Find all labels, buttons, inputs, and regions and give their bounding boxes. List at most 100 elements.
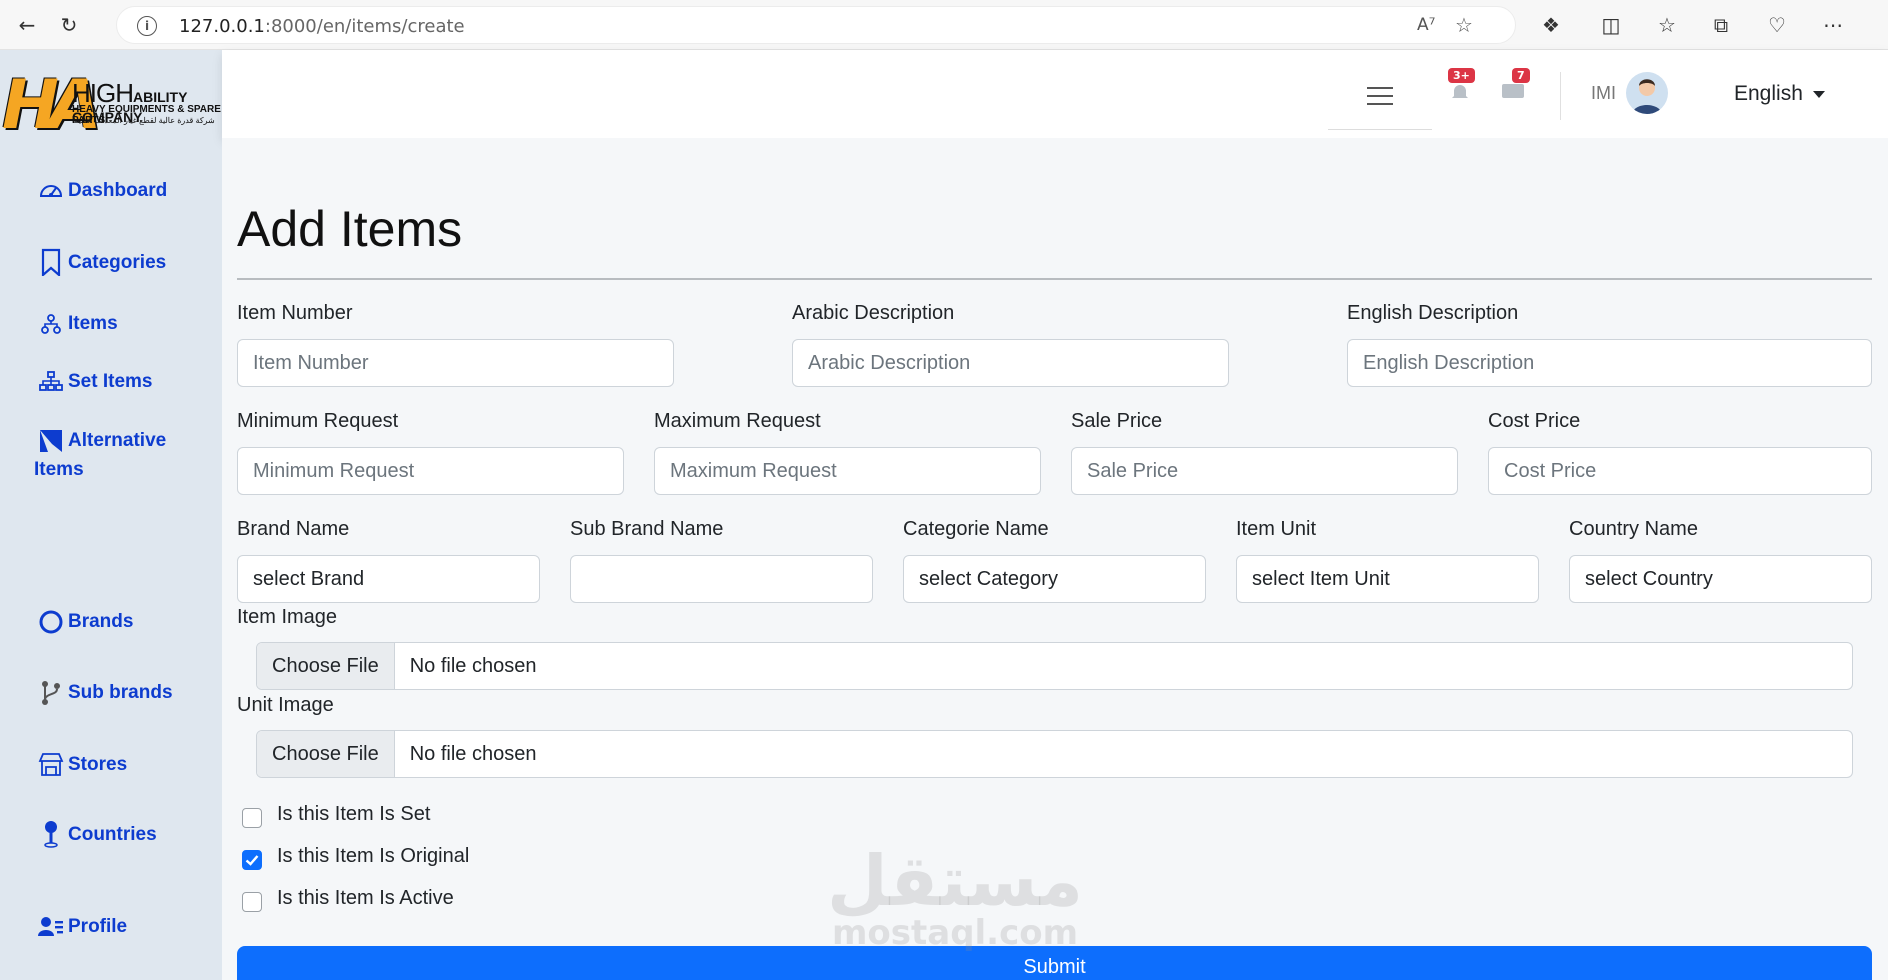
sidebar-item-label: Stores bbox=[68, 754, 128, 775]
arabic-description-label: Arabic Description bbox=[792, 302, 955, 324]
sub-brand-select[interactable] bbox=[570, 555, 873, 603]
hamburger-icon bbox=[1367, 86, 1393, 105]
sidebar-item-countries[interactable]: Countries bbox=[38, 820, 157, 849]
user-list-icon bbox=[38, 917, 63, 936]
company-logo[interactable]: HA HIGHABILITY COMPANY HEAVY EQUIPMENTS … bbox=[0, 60, 222, 152]
caret-down-icon bbox=[1812, 90, 1825, 98]
is-original-checkbox[interactable] bbox=[242, 850, 262, 870]
item-image-label: Item Image bbox=[237, 606, 338, 628]
reload-icon[interactable]: ↻ bbox=[56, 12, 82, 38]
sidebar-item-label: Brands bbox=[68, 611, 134, 632]
maximum-request-input[interactable] bbox=[654, 447, 1041, 495]
sidebar-item-set-items[interactable]: Set Items bbox=[38, 367, 152, 396]
sidebar-item-sub-brands[interactable]: Sub brands bbox=[38, 678, 173, 707]
hierarchy-icon bbox=[39, 371, 63, 391]
back-arrow-icon[interactable]: ← bbox=[14, 12, 40, 38]
brand-select[interactable]: select Brand bbox=[237, 555, 540, 603]
unit-image-file-input[interactable]: Choose File No file chosen bbox=[256, 730, 1853, 778]
address-bar[interactable]: i 127.0.0.1:8000/en/items/create A⁷ ☆ bbox=[116, 6, 1516, 44]
sale-price-label: Sale Price bbox=[1071, 410, 1163, 432]
cost-price-input[interactable] bbox=[1488, 447, 1872, 495]
browser-essentials-icon[interactable]: ♡ bbox=[1764, 12, 1790, 38]
favorites-icon[interactable]: ☆ bbox=[1654, 12, 1680, 38]
sidebar-item-alternative-items[interactable]: Alternative Items bbox=[34, 426, 208, 484]
submit-button[interactable]: Submit bbox=[237, 946, 1872, 980]
sidebar-item-items[interactable]: Items bbox=[38, 309, 118, 338]
menu-toggle-button[interactable] bbox=[1328, 62, 1432, 130]
read-aloud-icon[interactable]: A⁷ bbox=[1417, 15, 1435, 35]
country-name-label: Country Name bbox=[1569, 518, 1698, 540]
item-unit-select[interactable]: select Item Unit bbox=[1236, 555, 1539, 603]
diagram-icon bbox=[41, 314, 61, 334]
more-options-icon[interactable]: ⋯ bbox=[1820, 12, 1846, 38]
sidebar-item-brands[interactable]: Brands bbox=[38, 607, 133, 636]
messages-button[interactable]: 7 bbox=[1502, 68, 1530, 105]
item-image-choose-button[interactable]: Choose File bbox=[257, 643, 395, 689]
unit-image-label: Unit Image bbox=[237, 694, 334, 716]
item-image-file-input[interactable]: Choose File No file chosen bbox=[256, 642, 1853, 690]
branch-icon bbox=[42, 681, 60, 705]
notifications-badge: 3+ bbox=[1448, 68, 1475, 83]
logo-arabic: شركة قدرة عالية لقطع غيار المعدات الثقيل… bbox=[72, 116, 215, 125]
maximum-request-label: Maximum Request bbox=[654, 410, 821, 432]
is-set-checkbox-row[interactable]: Is this Item Is Set bbox=[242, 800, 430, 828]
split-screen-icon[interactable]: ◫ bbox=[1598, 12, 1624, 38]
is-set-label: Is this Item Is Set bbox=[277, 802, 431, 825]
site-info-icon[interactable]: i bbox=[137, 16, 157, 36]
pin-icon bbox=[44, 821, 58, 848]
minimum-request-label: Minimum Request bbox=[237, 410, 399, 432]
sidebar-item-label: Categories bbox=[68, 252, 167, 273]
title-divider bbox=[237, 278, 1872, 280]
sidebar-item-label: Profile bbox=[68, 916, 128, 937]
url-text[interactable]: 127.0.0.1:8000/en/items/create bbox=[179, 16, 465, 37]
is-active-label: Is this Item Is Active bbox=[277, 886, 454, 909]
is-active-checkbox[interactable] bbox=[242, 892, 262, 912]
page-title: Add Items bbox=[237, 201, 463, 257]
language-label: English bbox=[1734, 82, 1803, 105]
category-select[interactable]: select Category bbox=[903, 555, 1206, 603]
is-set-checkbox[interactable] bbox=[242, 808, 262, 828]
collections-icon[interactable]: ⧉ bbox=[1708, 12, 1734, 38]
language-dropdown[interactable]: English bbox=[1734, 82, 1825, 106]
messages-badge: 7 bbox=[1512, 68, 1530, 83]
main-content: Add Items Item Number Arabic Description… bbox=[222, 138, 1888, 980]
bell-icon bbox=[1452, 85, 1468, 98]
arabic-description-input[interactable] bbox=[792, 339, 1229, 387]
sidebar-item-stores[interactable]: Stores bbox=[38, 750, 127, 779]
item-number-label: Item Number bbox=[237, 302, 353, 324]
item-number-input[interactable] bbox=[237, 339, 674, 387]
browser-toolbar: ← ↻ i 127.0.0.1:8000/en/items/create A⁷ … bbox=[0, 0, 1888, 50]
favorite-star-icon[interactable]: ☆ bbox=[1455, 13, 1473, 37]
is-active-checkbox-row[interactable]: Is this Item Is Active bbox=[242, 884, 454, 912]
categorie-name-label: Categorie Name bbox=[903, 518, 1049, 540]
sidebar-item-categories[interactable]: Categories bbox=[38, 248, 166, 277]
minimum-request-input[interactable] bbox=[237, 447, 624, 495]
cost-price-label: Cost Price bbox=[1488, 410, 1581, 432]
unit-image-status: No file chosen bbox=[409, 742, 537, 765]
circle-icon bbox=[39, 610, 63, 634]
english-description-input[interactable] bbox=[1347, 339, 1872, 387]
unit-image-choose-button[interactable]: Choose File bbox=[257, 731, 395, 777]
store-icon bbox=[38, 753, 64, 776]
sidebar: HA HIGHABILITY COMPANY HEAVY EQUIPMENTS … bbox=[0, 50, 222, 980]
checkmark-icon bbox=[245, 855, 259, 866]
sidebar-item-label: Items bbox=[68, 313, 118, 334]
sidebar-item-dashboard[interactable]: Dashboard bbox=[38, 176, 167, 205]
header-divider bbox=[1560, 72, 1561, 120]
user-initials[interactable]: IMI bbox=[1591, 83, 1616, 104]
avatar[interactable] bbox=[1626, 72, 1668, 114]
bookmark-icon bbox=[41, 248, 61, 276]
sidebar-item-label: Set Items bbox=[68, 371, 153, 392]
is-original-checkbox-row[interactable]: Is this Item Is Original bbox=[242, 842, 469, 870]
dashboard-icon bbox=[39, 185, 63, 197]
top-header: 3+ 7 IMI English bbox=[222, 50, 1888, 138]
item-unit-label: Item Unit bbox=[1236, 518, 1317, 540]
extensions-icon[interactable]: ❖ bbox=[1538, 12, 1564, 38]
sale-price-input[interactable] bbox=[1071, 447, 1458, 495]
is-original-label: Is this Item Is Original bbox=[277, 844, 470, 867]
sidebar-item-profile[interactable]: Profile bbox=[38, 912, 127, 941]
sidebar-item-label: Countries bbox=[68, 824, 157, 845]
country-select[interactable]: select Country bbox=[1569, 555, 1872, 603]
notifications-button[interactable]: 3+ bbox=[1448, 68, 1475, 107]
brand-name-label: Brand Name bbox=[237, 518, 350, 540]
